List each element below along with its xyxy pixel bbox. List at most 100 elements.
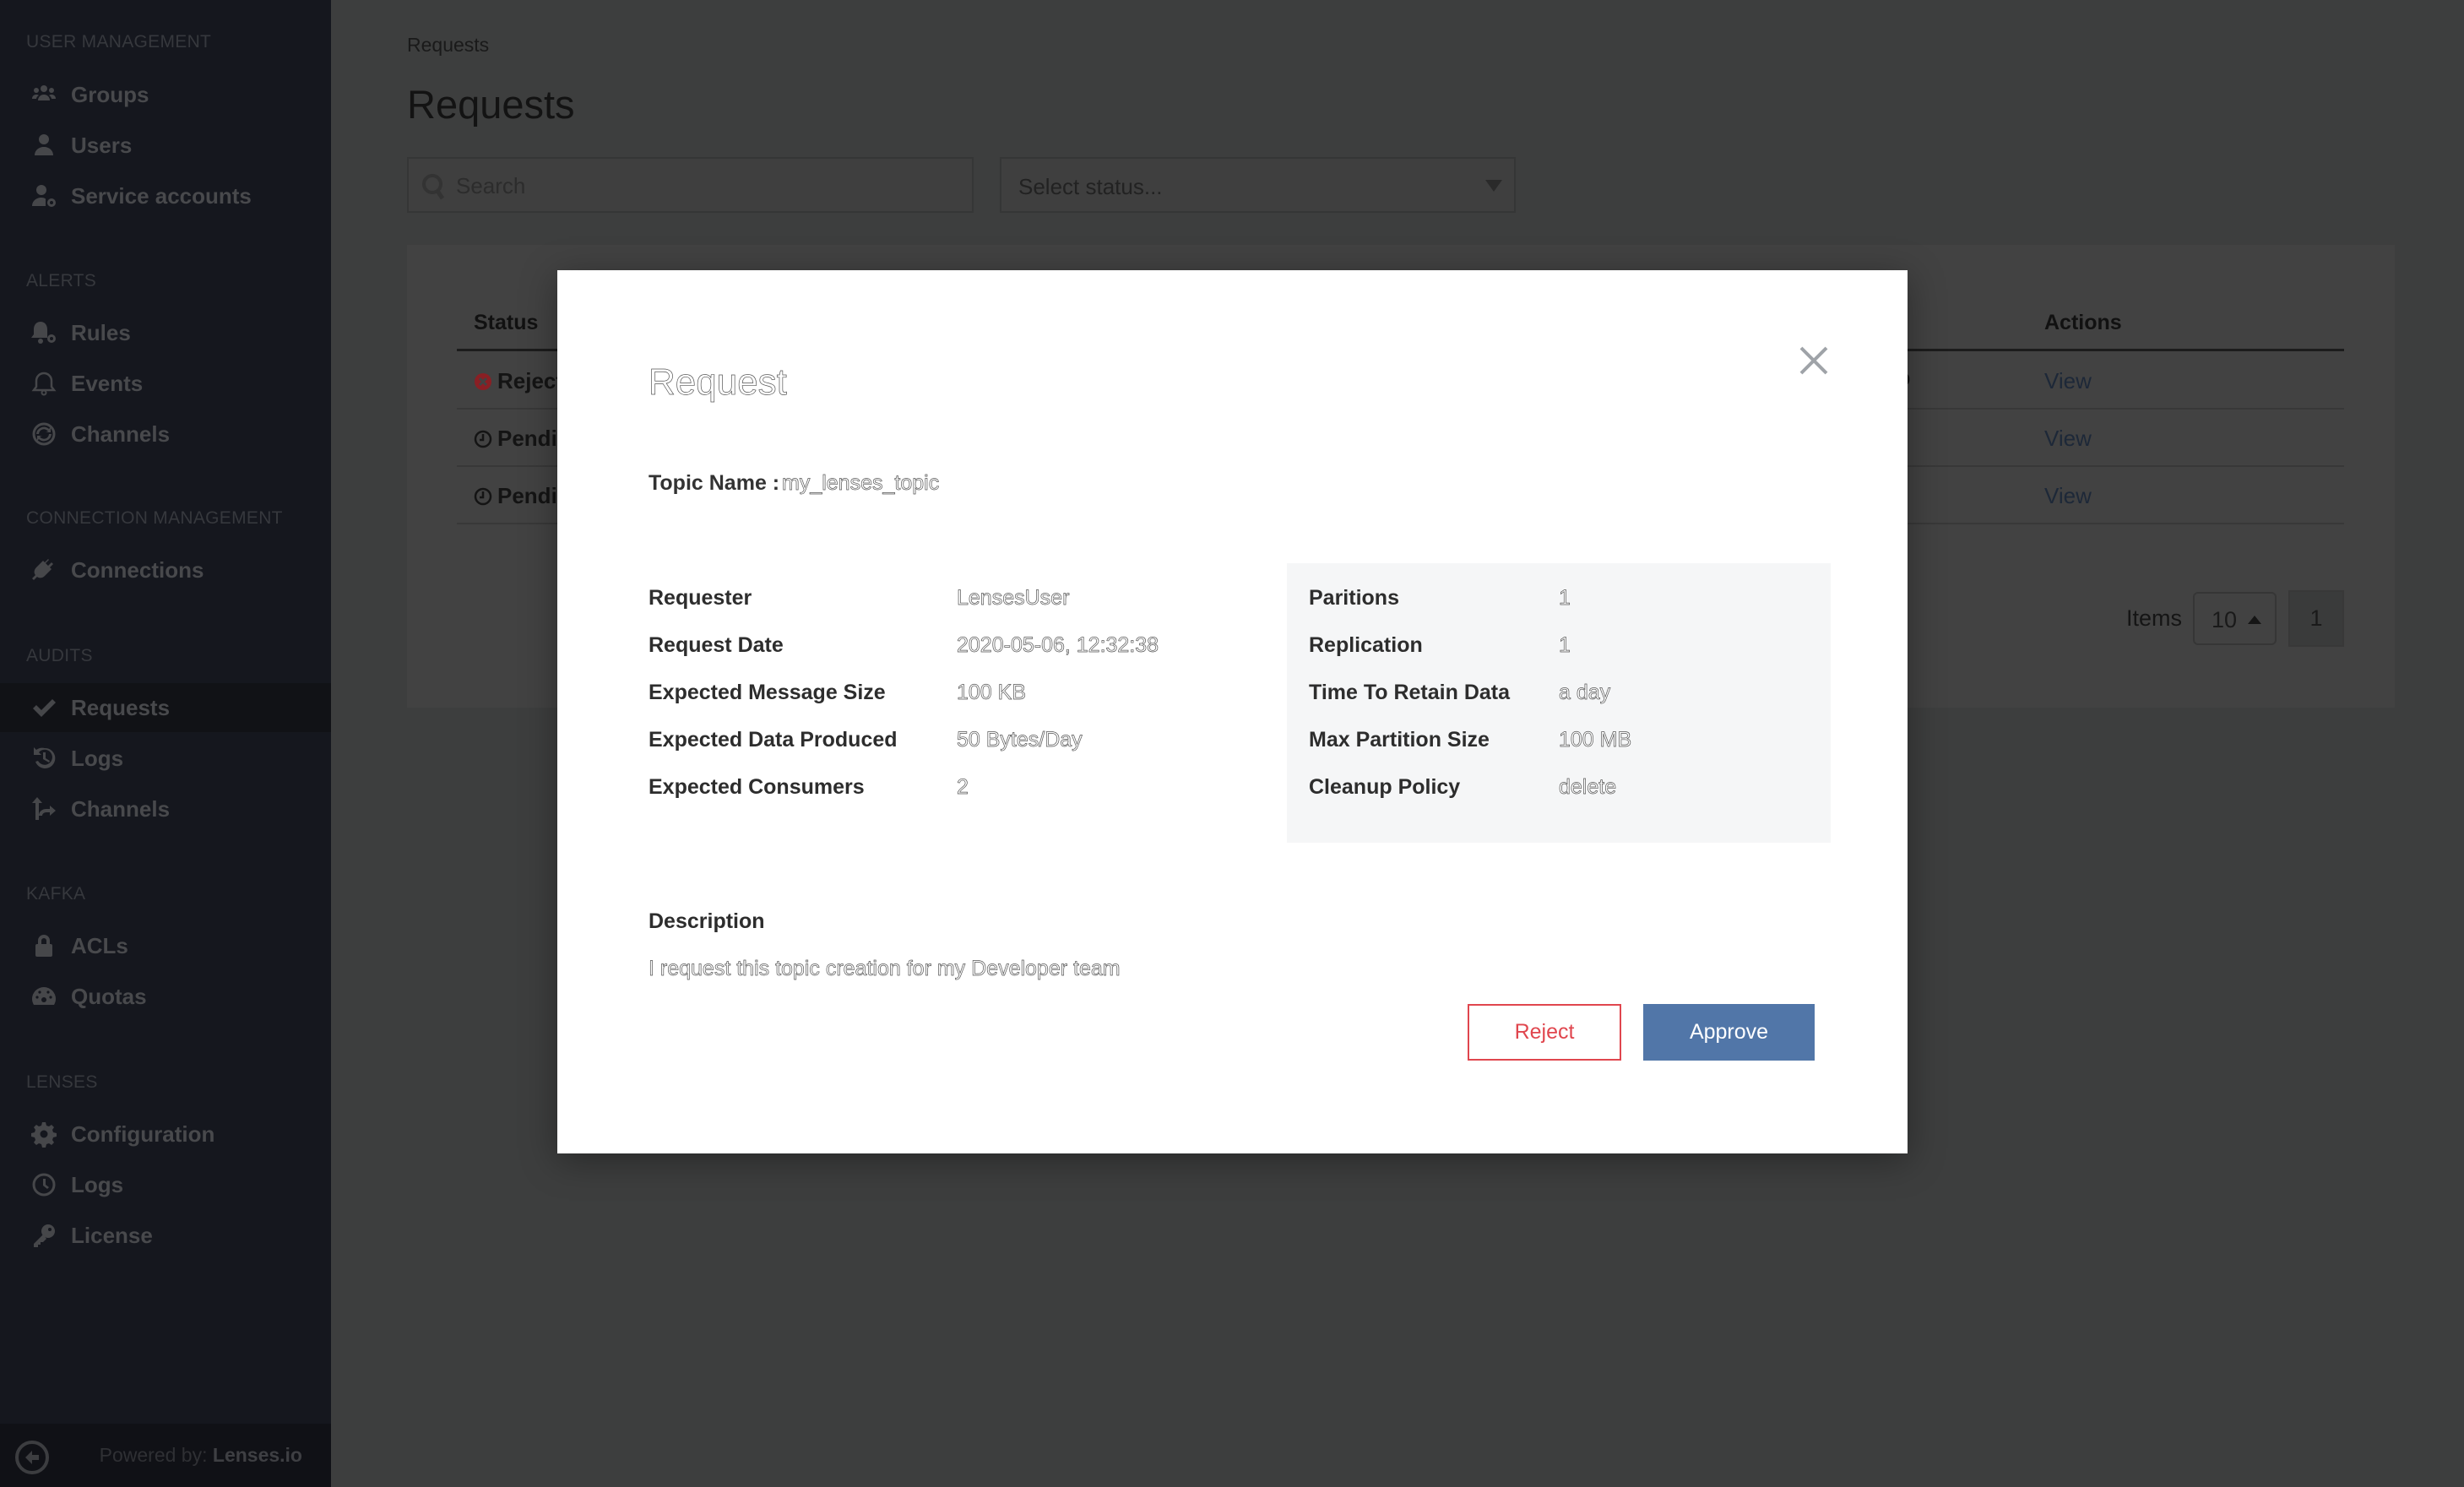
- sidebar-item-audit-logs[interactable]: Logs: [0, 735, 331, 782]
- detail-value: 1: [1559, 633, 1571, 658]
- sidebar-item-label: License: [71, 1222, 153, 1248]
- sidebar-item-label: Groups: [71, 81, 149, 107]
- chevron-down-icon: [1485, 180, 1502, 192]
- column-header-actions: Actions: [2044, 311, 2122, 334]
- view-link[interactable]: View: [2044, 483, 2092, 509]
- detail-label: Cleanup Policy: [1309, 775, 1461, 799]
- sidebar-item-groups[interactable]: Groups: [0, 71, 331, 118]
- column-header-status[interactable]: Status: [474, 311, 538, 335]
- status-select-placeholder: Select status...: [1018, 174, 1163, 199]
- sidebar-item-lenses-logs[interactable]: Logs: [0, 1161, 331, 1208]
- bell-cog-icon: [29, 317, 59, 348]
- caret-up-icon: [2248, 616, 2261, 624]
- detail-value: 100 KB: [957, 681, 1027, 705]
- sidebar-item-configuration[interactable]: Configuration: [0, 1110, 331, 1158]
- search-field[interactable]: [407, 157, 974, 213]
- clock-icon: [29, 1170, 59, 1200]
- collapse-sidebar-icon[interactable]: [15, 1441, 49, 1474]
- sidebar-item-label: Connections: [71, 556, 204, 583]
- section-label-user-management: USER MANAGEMENT: [26, 32, 212, 52]
- items-per-page-label: Items: [2126, 605, 2183, 631]
- breadcrumb[interactable]: Requests: [407, 34, 489, 57]
- powered-by: Powered by: Lenses.io: [99, 1444, 302, 1466]
- split-arrow-icon: [29, 794, 59, 824]
- detail-label: Max Partition Size: [1309, 728, 1490, 752]
- page-title: Requests: [407, 82, 575, 127]
- section-label-alerts: ALERTS: [26, 271, 97, 290]
- sidebar-item-audit-channels[interactable]: Channels: [0, 785, 331, 833]
- page-button[interactable]: 1: [2288, 590, 2344, 647]
- sidebar-item-label: Users: [71, 132, 133, 158]
- detail-value: 100 MB: [1559, 728, 1632, 752]
- detail-label: Request Date: [649, 633, 784, 657]
- status-select[interactable]: Select status...: [1000, 157, 1516, 213]
- sidebar-item-label: Logs: [71, 745, 124, 771]
- description-label: Description: [649, 909, 765, 933]
- detail-value: LensesUser: [957, 586, 1070, 611]
- table-row-status: Pendi: [474, 483, 557, 509]
- detail-value: 1: [1559, 586, 1571, 611]
- topic-name-label: Topic Name :: [649, 471, 780, 495]
- sidebar-item-label: Rules: [71, 319, 131, 345]
- approve-button[interactable]: Approve: [1643, 1004, 1815, 1061]
- sidebar-item-label: Requests: [71, 694, 171, 720]
- history-icon: [29, 743, 59, 773]
- sidebar-item-acls[interactable]: ACLs: [0, 922, 331, 969]
- brand-link[interactable]: Lenses.io: [213, 1444, 302, 1466]
- sidebar-item-label: Configuration: [71, 1121, 215, 1147]
- sidebar-item-label: Channels: [71, 795, 171, 822]
- sidebar-footer: Powered by: Lenses.io: [0, 1424, 331, 1487]
- rejected-circle-icon: [475, 372, 491, 390]
- sidebar-item-label: Logs: [71, 1171, 124, 1197]
- sidebar-item-users[interactable]: Users: [0, 122, 331, 169]
- search-input[interactable]: [456, 169, 946, 203]
- section-label-lenses: LENSES: [26, 1072, 98, 1092]
- sidebar-item-requests[interactable]: Requests: [0, 683, 331, 732]
- detail-label: Replication: [1309, 633, 1423, 657]
- close-icon[interactable]: [1799, 345, 1829, 376]
- sidebar: USER MANAGEMENT Groups Users Service acc…: [0, 0, 331, 1487]
- detail-label: Expected Consumers: [649, 775, 865, 799]
- gauge-icon: [29, 981, 59, 1012]
- table-row-status: Reject: [474, 368, 563, 394]
- sidebar-item-rules[interactable]: Rules: [0, 309, 331, 356]
- section-label-audits: AUDITS: [26, 646, 93, 665]
- sidebar-item-events[interactable]: Events: [0, 360, 331, 407]
- gear-icon: [29, 1119, 59, 1149]
- lock-icon: [29, 931, 59, 961]
- detail-value: delete: [1559, 775, 1617, 800]
- sync-channels-icon: [29, 419, 59, 449]
- plug-icon: [29, 555, 59, 585]
- detail-label: Expected Data Produced: [649, 728, 898, 752]
- view-link[interactable]: View: [2044, 368, 2092, 394]
- sidebar-item-service-accounts[interactable]: Service accounts: [0, 172, 331, 220]
- sidebar-item-label: ACLs: [71, 932, 128, 958]
- section-label-connection-management: CONNECTION MANAGEMENT: [26, 508, 283, 528]
- sidebar-item-alert-channels[interactable]: Channels: [0, 410, 331, 458]
- clock-icon: [474, 487, 492, 505]
- sidebar-item-quotas[interactable]: Quotas: [0, 973, 331, 1020]
- users-group-icon: [29, 79, 59, 110]
- detail-value: a day: [1559, 681, 1611, 705]
- clock-icon: [474, 430, 492, 448]
- view-link[interactable]: View: [2044, 426, 2092, 452]
- bell-outline-icon: [29, 368, 59, 399]
- sidebar-item-label: Service accounts: [71, 182, 252, 209]
- sidebar-item-label: Channels: [71, 421, 171, 447]
- description-value: I request this topic creation for my Dev…: [649, 957, 1121, 981]
- key-icon: [29, 1220, 59, 1251]
- sidebar-item-connections[interactable]: Connections: [0, 546, 331, 594]
- check-icon: [29, 692, 59, 723]
- detail-label: Expected Message Size: [649, 681, 886, 704]
- reject-button[interactable]: Reject: [1468, 1004, 1621, 1061]
- table-row-status: Pendi: [474, 426, 557, 452]
- modal-title: Request: [649, 361, 788, 404]
- user-cog-icon: [29, 181, 59, 211]
- sidebar-item-license[interactable]: License: [0, 1212, 331, 1259]
- search-icon: [422, 174, 445, 200]
- sidebar-item-label: Quotas: [71, 983, 147, 1009]
- detail-value: 2020-05-06, 12:32:38: [957, 633, 1159, 658]
- detail-label: Paritions: [1309, 586, 1399, 610]
- items-per-page-select[interactable]: 10: [2193, 592, 2277, 645]
- user-icon: [29, 130, 59, 160]
